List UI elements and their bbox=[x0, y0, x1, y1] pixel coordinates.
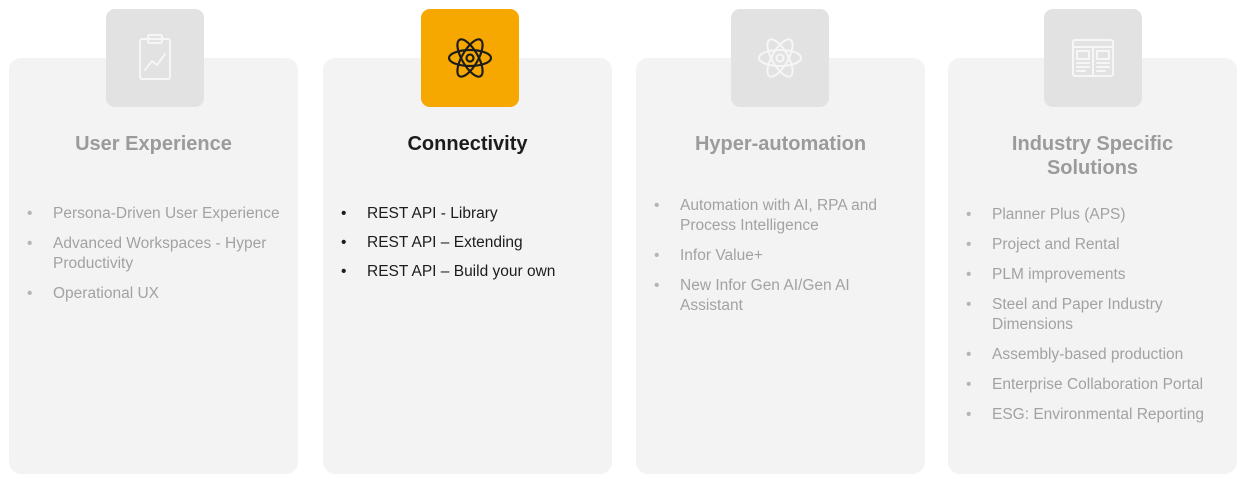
list-item: New Infor Gen AI/Gen AI Assistant bbox=[654, 276, 915, 316]
card-hyper-automation: Hyper-automation Automation with AI, RPA… bbox=[636, 58, 925, 474]
card-user-experience: User Experience Persona-Driven User Expe… bbox=[9, 58, 298, 474]
list-item: Operational UX bbox=[27, 284, 288, 304]
list-item: Enterprise Collaboration Portal bbox=[966, 375, 1227, 395]
card-title: User Experience bbox=[75, 133, 232, 155]
card-title: Hyper-automation bbox=[694, 133, 867, 155]
clipboard-chart-icon bbox=[139, 34, 171, 80]
list-item: Assembly-based production bbox=[966, 345, 1227, 365]
feature-list: Persona-Driven User Experience Advanced … bbox=[27, 204, 288, 314]
list-item: Project and Rental bbox=[966, 235, 1227, 255]
list-item: REST API - Library bbox=[341, 204, 602, 224]
card-industry-specific-solutions: Industry Specific Solutions Planner Plus… bbox=[948, 58, 1237, 474]
feature-list: REST API - Library REST API – Extending … bbox=[341, 204, 602, 291]
list-item: Persona-Driven User Experience bbox=[27, 204, 288, 224]
list-item: Advanced Workspaces - Hyper Productivity bbox=[27, 234, 288, 274]
icon-tile-user-experience bbox=[106, 9, 204, 107]
list-item: REST API – Extending bbox=[341, 233, 602, 253]
atom-icon bbox=[758, 38, 802, 78]
icon-tile-industry-solutions bbox=[1044, 9, 1142, 107]
list-item: PLM improvements bbox=[966, 265, 1227, 285]
card-title: Connectivity bbox=[407, 133, 528, 155]
list-item: ESG: Environmental Reporting bbox=[966, 405, 1227, 425]
list-item: Automation with AI, RPA and Process Inte… bbox=[654, 196, 915, 236]
list-item: Infor Value+ bbox=[654, 246, 915, 266]
feature-list: Automation with AI, RPA and Process Inte… bbox=[654, 196, 915, 326]
list-item: REST API – Build your own bbox=[341, 262, 602, 282]
feature-list: Planner Plus (APS) Project and Rental PL… bbox=[966, 205, 1227, 435]
list-item: Planner Plus (APS) bbox=[966, 205, 1227, 225]
list-item: Steel and Paper Industry Dimensions bbox=[966, 295, 1227, 335]
card-title: Industry Specific Solutions bbox=[1011, 133, 1174, 179]
icon-tile-connectivity bbox=[421, 9, 519, 107]
document-layout-icon bbox=[1072, 39, 1114, 77]
icon-tile-hyper-automation bbox=[731, 9, 829, 107]
card-connectivity: Connectivity REST API - Library REST API… bbox=[323, 58, 612, 474]
atom-icon bbox=[447, 38, 493, 78]
